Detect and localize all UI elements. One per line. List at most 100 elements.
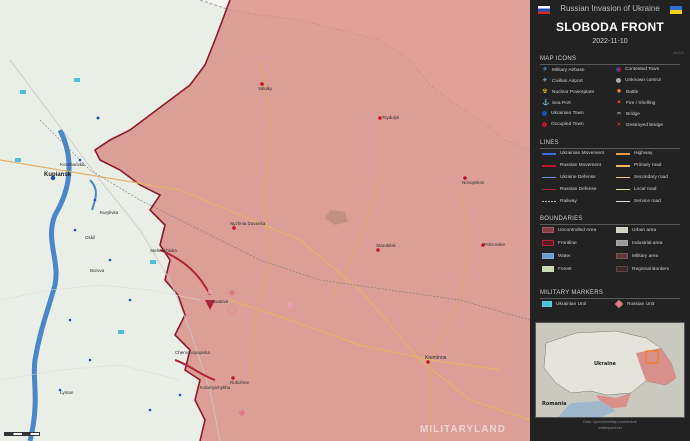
place-stelmakhivka: Stelmakhivka [150,248,177,253]
section-boundaries: BOUNDARIES [540,216,583,222]
unknown-control-icon [616,78,621,83]
legend-ukrainian-movement: Ukrainian Movement [542,151,604,156]
airbase-icon: ✈ [542,67,548,73]
inset-label-ukraine: Ukraine [594,361,616,367]
contested-town-icon [616,67,621,72]
forest-swatch [542,266,554,272]
legend-nuclear-powerplant: ☢ Nuclear Powerplant [542,89,594,95]
legend-frontline: Frontline [542,240,577,246]
legend-urban-area: Urban area [616,227,656,233]
service-road-icon [616,201,630,202]
place-novopskov: Novopskov [462,180,485,185]
legend-russian-movement: Russian Movement [542,163,601,168]
legend-military-airbase: ✈ Military Airbase [542,67,585,73]
frontline-swatch [542,240,554,246]
divider [540,298,680,299]
section-lines: LINES [540,140,559,146]
watermark-logo: MILITARYLAND [420,424,506,435]
credit-line: militaryland.net [598,426,622,430]
divider [540,64,680,65]
ukraine-defense-icon [542,177,556,178]
legend-ukrainian-unit: Ukrainian Unit [542,301,586,307]
legend-ukrainian-town: Ukrainian Town [542,111,584,116]
legend-civilian-airport: ✈ Civilian Airport [542,78,583,84]
legend-russian-defense: Russian Defense [542,187,597,192]
legend-russian-unit: Russian Unit [614,299,654,309]
page-title: SLOBODA FRONT [555,20,665,34]
legend-uncontrolled-area: Uncontrolled Area [542,227,596,233]
place-borova: Borova [90,268,105,273]
section-map-icons: MAP ICONS [540,56,577,62]
destroyed-bridge-icon: ✕ [616,122,622,128]
version-label: v1.0.1 [673,50,684,55]
inset-label-romania: Romania [542,401,567,407]
inset-overview-map: Ukraine Romania [535,322,685,418]
russian-movement-icon [542,164,556,167]
regional-borders-swatch [616,266,628,272]
divider [540,224,680,225]
place-valuiky: Valuiky [258,86,273,91]
legend-primary-road: Primary road [616,163,661,168]
place-chervonopopivka: Chervonopopivka [175,350,211,355]
place-pokrovske: Pokrovske [484,242,506,247]
divider [540,148,680,149]
legend-secondary-road: Secondary road [616,175,668,180]
primary-road-icon [616,164,630,167]
bridge-icon: ≍ [616,111,622,117]
nuclear-icon: ☢ [542,89,548,95]
legend-unknown-control: Unknown control [616,78,661,83]
scale-bar [4,432,40,436]
military-area-swatch [616,253,628,259]
place-kolomyichykha: Kolomyichykha [200,385,231,390]
secondary-road-icon [616,176,630,179]
place-kurylivka: Kurylivka [100,210,119,215]
panel-header: Russian Invasion of Ukraine [560,4,660,13]
place-nyzhnia-duvanka: Nyzhnia Duvanka [230,221,266,226]
legend-contested-town: Contested Town [616,67,659,72]
occupied-town-icon [542,122,547,127]
section-military-markers: MILITARY MARKERS [540,290,604,296]
battle-icon: ✹ [616,89,622,95]
urban-area-swatch [616,227,628,233]
legend-military-area: Military area [616,253,658,259]
airport-icon: ✈ [542,78,548,84]
legend-railway: Railway [542,199,577,204]
anchor-icon: ⚓ [542,100,550,106]
legend-water: Water [542,253,571,259]
ukrainian-unit-icon [542,301,552,307]
russian-defense-icon [542,189,556,190]
place-starobilsk: Starobilsk [376,243,396,248]
fire-icon: ✶ [616,100,622,106]
place-rubizhne: Rubizhne [230,380,250,385]
place-lyman: Lyman [60,390,74,395]
place-kupiansk: Kupiansk [44,172,72,178]
legend-occupied-town: Occupied Town [542,122,584,127]
uncontrolled-area-swatch [542,227,554,233]
legend-highway: Highway [616,151,652,156]
legend-industrial-area: Industrial area [616,240,662,246]
legend-regional-borders: Regional Borders [616,266,669,272]
place-kreminna: Kreminna [425,355,447,361]
industrial-area-swatch [616,240,628,246]
place-kovsharivka: Kovsharivka [60,162,85,167]
legend-battle: ✹ Battle [616,89,639,95]
legend-bridge: ≍ Bridge [616,111,640,117]
ukrainian-town-icon [542,111,547,116]
place-oskil: Oskil [85,235,95,240]
place-tsydulyk: Tsydulyk [382,115,400,120]
russian-unit-icon [614,299,624,309]
railway-icon [542,201,556,202]
legend-fire-shelling: ✶ Fire / Shelling [616,100,656,106]
highway-icon [616,152,630,155]
legend-local-road: Local road [616,187,656,192]
place-svatove: Svatove [212,299,229,304]
map-area[interactable]: Kupiansk Valuiky Tsydulyk Nyzhnia Duvank… [0,0,530,441]
legend-service-road: Service road [616,199,661,204]
legend-destroyed-bridge: ✕ Destroyed Bridge [616,122,664,128]
ukrainian-movement-icon [542,152,556,155]
legend-ukraine-defense: Ukraine Defense [542,175,596,180]
map-date: 2022-11-10 [592,38,628,45]
water-swatch [542,253,554,259]
local-road-icon [616,189,630,190]
legend-sea-port: ⚓ Sea Port [542,100,571,106]
